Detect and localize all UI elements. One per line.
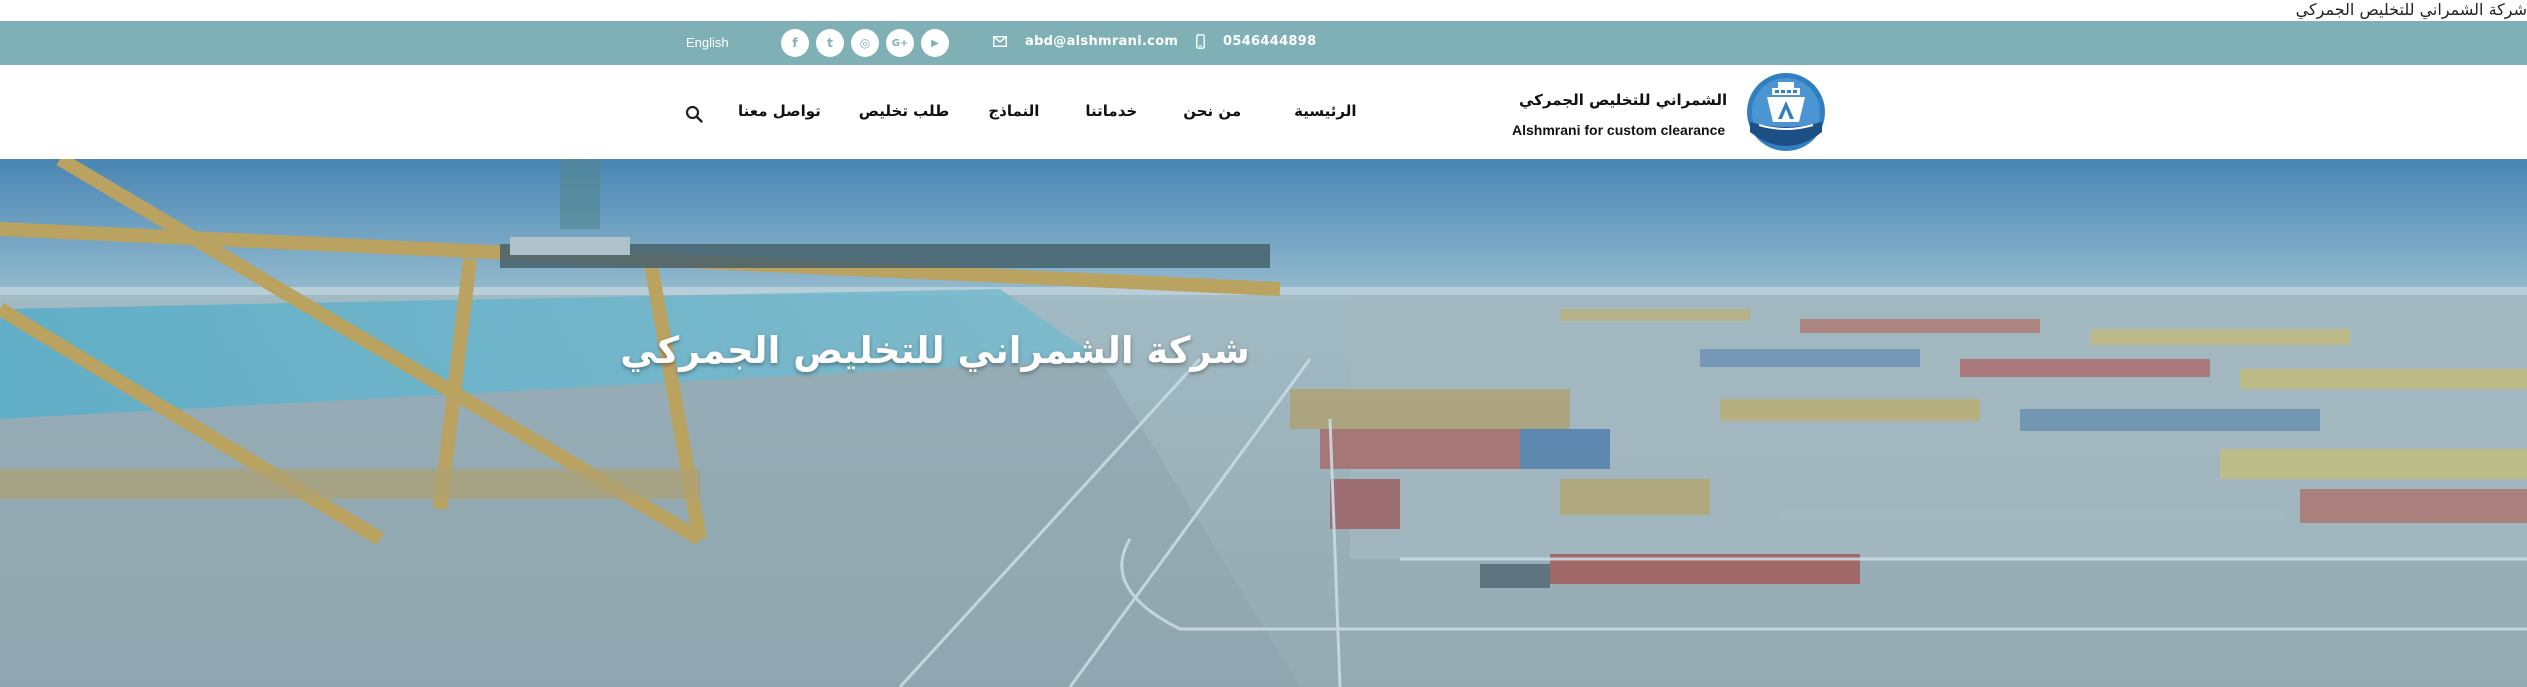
envelope-icon [993,36,1007,47]
nav-item-forms[interactable]: النماذج [988,102,1039,120]
social-links: f t ◎ G+ ▶ [781,29,949,57]
port-background-image [0,159,2527,687]
contact-phone[interactable]: 0546444898 [1196,34,1316,49]
brand-name-english: Alshmrani for custom clearance [1512,122,1726,138]
search-icon[interactable] [685,105,703,123]
main-nav: الرئيسية من نحن خدماتنا النماذج طلب تخلي… [738,102,1357,120]
contact-email[interactable]: abd@alshmrani.com [993,34,1178,49]
main-header: الرئيسية من نحن خدماتنا النماذج طلب تخلي… [0,65,2527,159]
nav-item-contact[interactable]: تواصل معنا [738,102,821,120]
nav-item-about[interactable]: من نحن [1183,102,1241,120]
hero-title: شركة الشمراني للتخليص الجمركي [620,329,1250,372]
email-text[interactable]: abd@alshmrani.com [1025,34,1178,49]
youtube-icon[interactable]: ▶ [921,29,949,57]
facebook-icon[interactable]: f [781,29,809,57]
google-plus-icon[interactable]: G+ [886,29,914,57]
page-title-strip: شركة الشمراني للتخليص الجمركي [0,0,2527,21]
phone-text[interactable]: 0546444898 [1223,34,1316,49]
language-switch-link[interactable]: English [686,35,729,50]
company-logo[interactable] [1745,70,1827,154]
nav-item-clearance-request[interactable]: طلب تخليص [859,102,950,120]
twitter-icon[interactable]: t [816,29,844,57]
nav-item-services[interactable]: خدماتنا [1085,102,1137,120]
brand-name-arabic: الشمراني للتخليص الجمركي [1519,91,1728,109]
instagram-icon[interactable]: ◎ [851,29,879,57]
mobile-phone-icon [1196,34,1205,49]
top-contact-bar: English f t ◎ G+ ▶ abd@alshmrani.com 054… [0,21,2527,65]
hero-banner: شركة الشمراني للتخليص الجمركي [0,159,2527,687]
nav-item-home[interactable]: الرئيسية [1294,102,1356,120]
page-title: شركة الشمراني للتخليص الجمركي [2295,0,2527,19]
